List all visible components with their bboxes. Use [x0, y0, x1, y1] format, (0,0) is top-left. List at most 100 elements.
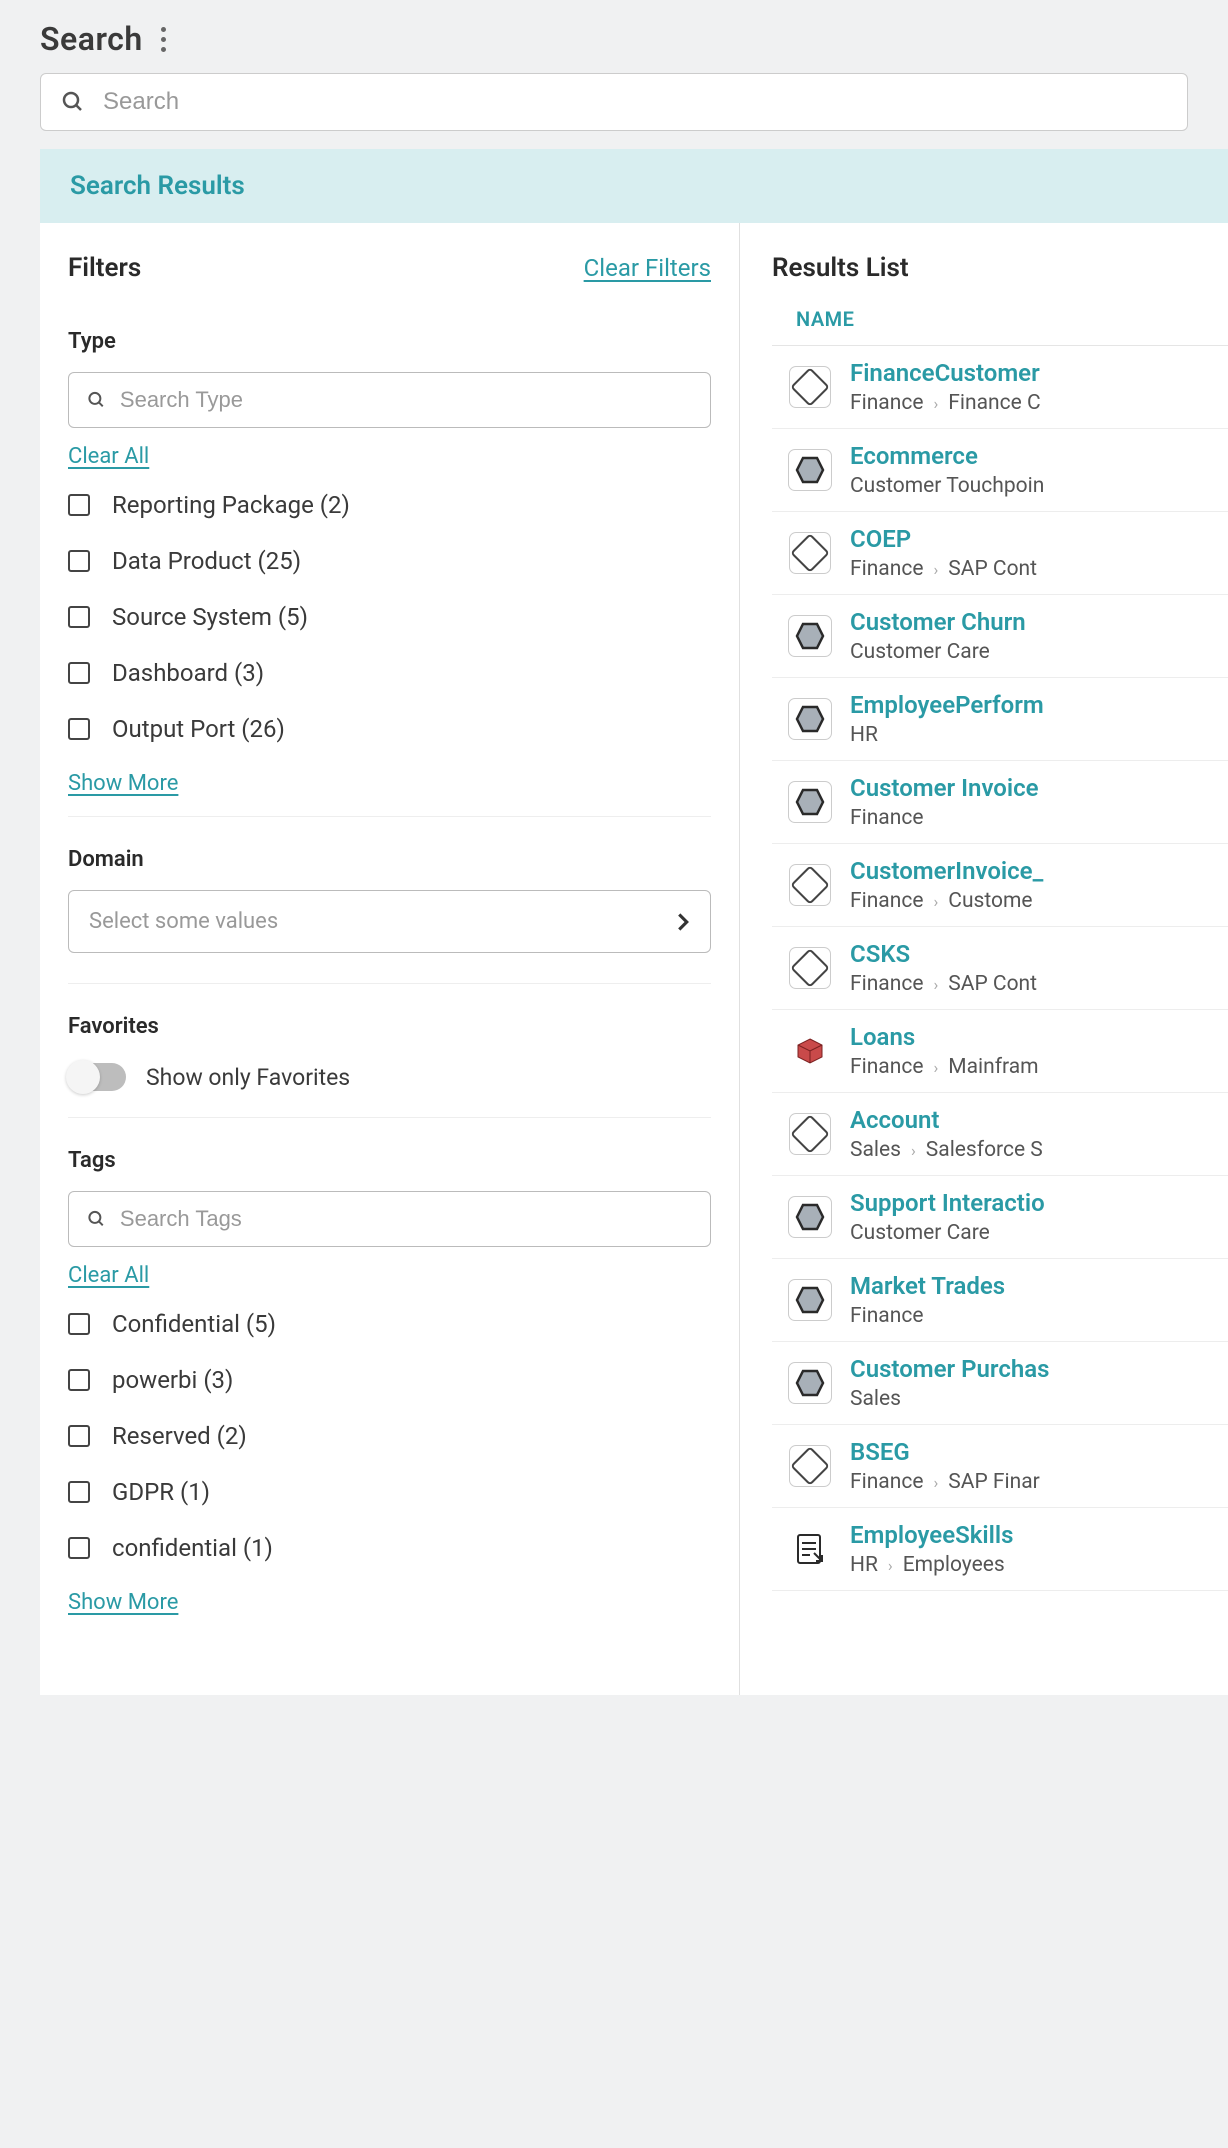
checkbox-icon[interactable] — [68, 718, 90, 740]
checkbox-icon[interactable] — [68, 1369, 90, 1391]
result-name[interactable]: Ecommerce — [850, 442, 1044, 470]
filter-domain-select[interactable]: Select some values — [68, 890, 711, 953]
favorites-toggle[interactable] — [68, 1063, 126, 1091]
filter-domain-placeholder: Select some values — [89, 909, 278, 934]
search-icon — [87, 390, 106, 410]
tags-checkbox-row[interactable]: powerbi (3) — [68, 1366, 711, 1394]
results-banner: Search Results — [40, 149, 1228, 223]
diamond-icon — [790, 1114, 830, 1154]
result-name[interactable]: EmployeeSkills — [850, 1521, 1013, 1549]
result-row[interactable]: EcommerceCustomer Touchpoin — [772, 429, 1228, 512]
diamond-icon — [790, 533, 830, 573]
result-name[interactable]: EmployeePerform — [850, 691, 1044, 719]
diamond-icon — [790, 1446, 830, 1486]
results-col-name[interactable]: NAME — [772, 307, 1228, 346]
type-checkbox-label: Source System (5) — [112, 603, 308, 631]
result-row[interactable]: Customer Invoice Finance — [772, 761, 1228, 844]
type-checkbox-row[interactable]: Dashboard (3) — [68, 659, 711, 687]
type-checkbox-row[interactable]: Reporting Package (2) — [68, 491, 711, 519]
hexagon-icon — [790, 699, 830, 739]
type-checkbox-row[interactable]: Output Port (26) — [68, 715, 711, 743]
result-name[interactable]: FinanceCustomer — [850, 359, 1041, 387]
chevron-right-icon: › — [888, 1556, 893, 1575]
diamond-icon — [790, 367, 830, 407]
result-row[interactable]: Account Sales›Salesforce S — [772, 1093, 1228, 1176]
results-panel: Results List NAME FinanceCustomerFinance… — [740, 223, 1228, 1695]
chevron-right-icon: › — [933, 892, 938, 911]
type-checkbox-row[interactable]: Source System (5) — [68, 603, 711, 631]
result-row[interactable]: Support InteractioCustomer Care — [772, 1176, 1228, 1259]
filter-type-title: Type — [68, 329, 711, 354]
tags-checkbox-label: GDPR (1) — [112, 1478, 210, 1506]
filter-tags-title: Tags — [68, 1148, 711, 1173]
result-name[interactable]: Loans — [850, 1023, 1039, 1051]
result-name[interactable]: Customer Churn — [850, 608, 1026, 636]
chevron-right-icon: › — [933, 1473, 938, 1492]
checkbox-icon[interactable] — [68, 1313, 90, 1335]
tags-checkbox-label: powerbi (3) — [112, 1366, 233, 1394]
hexagon-icon — [790, 1363, 830, 1403]
result-name[interactable]: CustomerInvoice_ — [850, 857, 1043, 885]
hexagon-icon — [790, 1197, 830, 1237]
checkbox-icon[interactable] — [68, 662, 90, 684]
diamond-icon — [790, 948, 830, 988]
filter-type-show-more[interactable]: Show More — [68, 771, 178, 796]
result-row[interactable]: EmployeeSkillsHR›Employees — [772, 1508, 1228, 1591]
checkbox-icon[interactable] — [68, 1425, 90, 1447]
checkbox-icon[interactable] — [68, 1481, 90, 1503]
result-row[interactable]: Market TradesFinance — [772, 1259, 1228, 1342]
result-name[interactable]: CSKS — [850, 940, 1037, 968]
tags-checkbox-label: Reserved (2) — [112, 1422, 247, 1450]
result-row[interactable]: FinanceCustomerFinance›Finance C — [772, 346, 1228, 429]
filter-tags-clear-all[interactable]: Clear All — [68, 1263, 149, 1288]
result-row[interactable]: CustomerInvoice_Finance›Custome — [772, 844, 1228, 927]
filter-type-search[interactable] — [68, 372, 711, 428]
type-checkbox-label: Output Port (26) — [112, 715, 285, 743]
more-icon[interactable] — [161, 27, 166, 52]
type-checkbox-label: Data Product (25) — [112, 547, 301, 575]
clear-filters-button[interactable]: Clear Filters — [584, 254, 711, 282]
result-name[interactable]: Customer Invoice — [850, 774, 1039, 802]
result-path: Finance — [850, 806, 1039, 830]
checkbox-icon[interactable] — [68, 606, 90, 628]
checkbox-icon[interactable] — [68, 550, 90, 572]
checkbox-icon[interactable] — [68, 494, 90, 516]
result-row[interactable]: Customer PurchasSales — [772, 1342, 1228, 1425]
filter-tags-search[interactable] — [68, 1191, 711, 1247]
tags-checkbox-row[interactable]: confidential (1) — [68, 1534, 711, 1562]
result-row[interactable]: CSKSFinance›SAP Cont — [772, 927, 1228, 1010]
search-icon — [87, 1209, 106, 1229]
filter-section-domain: Domain Select some values — [68, 847, 711, 984]
result-row[interactable]: BSEGFinance›SAP Finar — [772, 1425, 1228, 1508]
search-input[interactable] — [103, 88, 1167, 116]
chevron-right-icon: › — [933, 560, 938, 579]
filter-tags-show-more[interactable]: Show More — [68, 1590, 178, 1615]
filter-type-input[interactable] — [120, 387, 692, 413]
filter-tags-input[interactable] — [120, 1206, 692, 1232]
result-path: Sales›Salesforce S — [850, 1138, 1043, 1162]
search-bar[interactable] — [40, 73, 1188, 131]
result-name[interactable]: Account — [850, 1106, 1043, 1134]
favorites-toggle-label: Show only Favorites — [146, 1064, 350, 1091]
result-name[interactable]: Market Trades — [850, 1272, 1005, 1300]
result-path: Customer Care — [850, 640, 1026, 664]
filter-favorites-title: Favorites — [68, 1014, 711, 1039]
tags-checkbox-row[interactable]: Reserved (2) — [68, 1422, 711, 1450]
result-row[interactable]: LoansFinance›Mainfram — [772, 1010, 1228, 1093]
result-path: HR — [850, 723, 1044, 747]
result-name[interactable]: Customer Purchas — [850, 1355, 1050, 1383]
search-icon — [61, 90, 85, 114]
tags-checkbox-row[interactable]: GDPR (1) — [68, 1478, 711, 1506]
result-row[interactable]: Customer Churn Customer Care — [772, 595, 1228, 678]
filter-type-clear-all[interactable]: Clear All — [68, 444, 149, 469]
type-checkbox-row[interactable]: Data Product (25) — [68, 547, 711, 575]
result-row[interactable]: EmployeePerform HR — [772, 678, 1228, 761]
result-name[interactable]: COEP — [850, 525, 1037, 553]
result-name[interactable]: Support Interactio — [850, 1189, 1045, 1217]
tags-checkbox-row[interactable]: Confidential (5) — [68, 1310, 711, 1338]
result-name[interactable]: BSEG — [850, 1438, 1040, 1466]
result-row[interactable]: COEPFinance›SAP Cont — [772, 512, 1228, 595]
checkbox-icon[interactable] — [68, 1537, 90, 1559]
tags-checkbox-label: Confidential (5) — [112, 1310, 276, 1338]
type-checkbox-label: Reporting Package (2) — [112, 491, 350, 519]
